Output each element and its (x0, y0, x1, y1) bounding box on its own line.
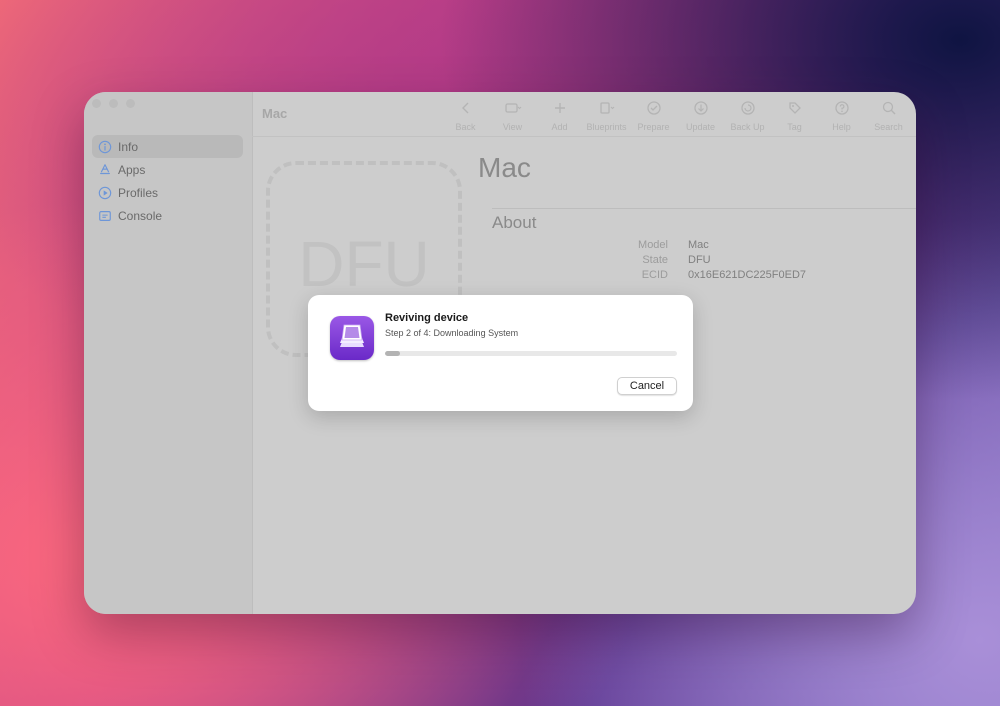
tag-button[interactable]: Tag (771, 100, 818, 132)
help-icon (834, 101, 849, 115)
search-icon (882, 101, 895, 115)
toolbar-label: Add (551, 122, 568, 132)
sidebar-item-label: Apps (118, 162, 146, 177)
cancel-button[interactable]: Cancel (617, 377, 677, 395)
tag-icon (788, 102, 801, 114)
back-button[interactable]: Back (442, 100, 489, 132)
toolbar-buttons: Back View Add Blueprints Prepare Update … (442, 100, 912, 132)
update-button[interactable]: Update (677, 100, 724, 132)
detail-key: Model (638, 239, 668, 251)
add-button[interactable]: Add (536, 100, 583, 132)
sidebar-item-label: Info (118, 139, 139, 154)
sidebar-item-label: Console (118, 208, 163, 223)
apps-icon (100, 163, 110, 174)
plus-icon (554, 103, 565, 113)
toolbar-label: Help (832, 122, 851, 132)
apple-configurator-icon (330, 316, 374, 360)
toolbar: Mac Back View Add Blueprints Prepare Upd… (252, 92, 916, 137)
info-icon (98, 140, 112, 153)
window-controls (92, 99, 135, 108)
dialog-title: Reviving device (385, 312, 469, 324)
window-title: Mac (262, 106, 288, 121)
view-button[interactable]: View (489, 100, 536, 132)
search-button[interactable]: Search (865, 100, 912, 132)
sidebar-item-info[interactable]: Info (92, 135, 243, 158)
help-button[interactable]: Help (818, 100, 865, 132)
progress-bar (385, 351, 677, 356)
profiles-icon (98, 186, 112, 199)
view-icon (504, 103, 521, 113)
reviving-device-dialog: Reviving device Step 2 of 4: Downloading… (308, 295, 693, 411)
close-window-button[interactable] (92, 99, 101, 108)
toolbar-label: Tag (787, 122, 802, 132)
zoom-window-button[interactable] (126, 99, 135, 108)
about-heading: About (492, 213, 537, 232)
detail-row: Model Mac (592, 238, 806, 253)
toolbar-label: Prepare (637, 122, 670, 132)
divider (492, 208, 916, 209)
detail-key: ECID (641, 269, 668, 281)
toolbar-label: Update (685, 122, 716, 132)
sidebar-item-label: Profiles (118, 185, 159, 200)
sidebar-item-profiles[interactable]: Profiles (92, 181, 243, 204)
blueprints-icon (599, 102, 614, 114)
detail-value: DFU (688, 254, 711, 266)
toolbar-label: View (502, 122, 523, 132)
progress-fill (385, 351, 400, 356)
detail-value: Mac (688, 239, 709, 251)
detail-row: State DFU (592, 253, 806, 268)
toolbar-label: Back (455, 122, 476, 132)
console-icon (99, 210, 111, 221)
device-name-heading: Mac (478, 152, 531, 183)
sidebar: Info Apps Profiles Console (84, 92, 253, 614)
detail-key: State (642, 254, 668, 266)
toolbar-label: Blueprints (586, 122, 627, 132)
backup-icon (740, 101, 755, 115)
toolbar-label: Back Up (730, 122, 765, 132)
device-details: Model Mac State DFU ECID 0x16E621DC225F0… (592, 238, 806, 283)
toolbar-label: Search (874, 122, 903, 132)
update-icon (693, 101, 708, 115)
device-placeholder-label: DFU (298, 228, 430, 300)
detail-row: ECID 0x16E621DC225F0ED7 (592, 268, 806, 283)
sidebar-item-apps[interactable]: Apps (92, 158, 243, 181)
backup-button[interactable]: Back Up (724, 100, 771, 132)
sidebar-item-console[interactable]: Console (92, 204, 243, 227)
blueprints-button[interactable]: Blueprints (583, 100, 630, 132)
chevron-left-icon (461, 102, 468, 114)
prepare-button[interactable]: Prepare (630, 100, 677, 132)
dialog-status-text: Step 2 of 4: Downloading System (385, 328, 519, 338)
prepare-icon (646, 101, 661, 115)
stacked-devices-icon (340, 324, 364, 347)
detail-value: 0x16E621DC225F0ED7 (688, 269, 807, 281)
minimize-window-button[interactable] (109, 99, 118, 108)
sidebar-list: Info Apps Profiles Console (92, 135, 243, 227)
